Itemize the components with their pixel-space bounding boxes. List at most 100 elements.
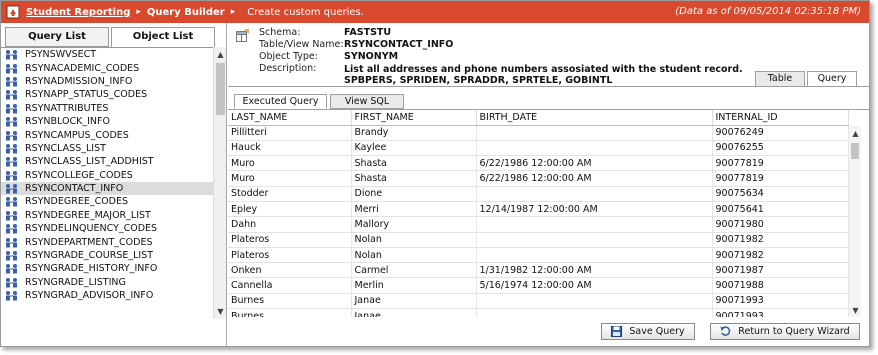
table-row[interactable]: Burnes Janae 90071993 (228, 293, 849, 310)
scrollbar-thumb[interactable] (851, 143, 859, 159)
table-cell: 6/22/1986 12:00:00 AM (476, 155, 713, 172)
home-icon[interactable] (6, 5, 20, 19)
table-cell: Muro (228, 155, 352, 172)
object-list-scrollbar[interactable]: ▲ ▼ (213, 47, 226, 319)
tab-object-list[interactable]: Object List (111, 27, 215, 48)
column-header[interactable]: BIRTH_DATE (476, 110, 713, 126)
page-description: Create custom queries. (247, 6, 364, 18)
object-list-item[interactable]: RSYNGRADE_COURSE_LIST (1, 249, 226, 262)
table-cell: Plateros (228, 247, 352, 264)
return-to-wizard-button[interactable]: Return to Query Wizard (710, 323, 860, 340)
query-tab-strip: Executed Query View SQL (234, 94, 407, 109)
object-list-item[interactable]: RSYNGRADE_LISTING (1, 276, 226, 289)
table-row[interactable]: Dahn Mallory 90071980 (228, 216, 849, 233)
description-label: Description: (259, 63, 317, 74)
table-row[interactable]: Hauck Kaylee 90076255 (228, 140, 849, 157)
synonym-icon (5, 49, 19, 60)
breadcrumb-student-reporting[interactable]: Student Reporting (26, 7, 130, 18)
object-list-item[interactable]: RSYNGRAD_ADVISOR_INFO (1, 289, 226, 302)
object-list-item[interactable]: RSYNGRADE_HISTORY_INFO (1, 262, 226, 275)
synonym-icon (5, 130, 19, 141)
results-scrollbar[interactable]: ▲ ▼ (849, 126, 861, 317)
scroll-down-icon[interactable]: ▼ (850, 305, 861, 316)
floppy-disk-icon (611, 326, 623, 337)
object-list-item[interactable]: RSYNATTRIBUTES (1, 102, 226, 115)
table-cell: 90076255 (712, 140, 849, 157)
object-list-item[interactable]: RSYNCONTACT_INFO (1, 181, 226, 196)
table-row[interactable]: Epley Merri 12/14/1987 12:00:00 AM 90075641 (228, 201, 849, 218)
synonym-icon (5, 103, 19, 114)
scroll-down-icon[interactable]: ▼ (215, 306, 226, 317)
table-cell: 90077819 (712, 170, 849, 187)
schema-value: FASTSTU (344, 27, 392, 38)
object-list-item[interactable]: PSYNSWVSECT (1, 48, 226, 61)
table-cell: 90075641 (712, 201, 849, 218)
synonym-icon (5, 170, 19, 181)
table-cell: Shasta (351, 170, 477, 187)
tab-executed-query[interactable]: Executed Query (234, 94, 327, 109)
table-cell (476, 186, 713, 202)
object-list-item-label: RSYNDEPARTMENT_CODES (25, 236, 153, 248)
object-list-item-label: RSYNGRADE_HISTORY_INFO (25, 263, 158, 275)
object-list-item[interactable]: RSYNDEPARTMENT_CODES (1, 235, 226, 248)
synonym-icon (5, 223, 19, 234)
column-header[interactable]: INTERNAL_ID (712, 110, 849, 126)
object-list-item-label: RSYNDELINQUENCY_CODES (25, 223, 158, 235)
object-list-item[interactable]: RSYNAPP_STATUS_CODES (1, 88, 226, 101)
tab-query[interactable]: Query (807, 71, 857, 87)
table-cell: Merlin (351, 277, 477, 294)
table-row[interactable]: Muro Shasta 6/22/1986 12:00:00 AM 90077819 (228, 155, 849, 172)
table-row[interactable]: Plateros Nolan 90071982 (228, 232, 849, 248)
scrollbar-thumb[interactable] (216, 63, 225, 115)
table-cell: Carmel (351, 262, 477, 279)
object-list-item-label: RSYNDEGREE_CODES (25, 196, 129, 208)
table-header-row: LAST_NAME FIRST_NAME BIRTH_DATE INTERNAL… (228, 110, 849, 126)
table-cell: Hauck (228, 140, 352, 157)
table-cell: 90071982 (712, 232, 849, 248)
object-list-item[interactable]: RSYNBLOCK_INFO (1, 115, 226, 128)
table-row[interactable]: Plateros Nolan 90071982 (228, 247, 849, 264)
table-name-value: RSYNCONTACT_INFO (344, 39, 454, 50)
object-list-item[interactable]: RSYNDEGREE_MAJOR_LIST (1, 209, 226, 222)
table-cell: 90071993 (712, 308, 849, 317)
results-table: LAST_NAME FIRST_NAME BIRTH_DATE INTERNAL… (228, 110, 849, 317)
table-row[interactable]: Cannella Merlin 5/16/1974 12:00:00 AM 90071… (228, 277, 849, 294)
synonym-icon (5, 116, 19, 127)
save-query-button[interactable]: Save Query (601, 323, 695, 340)
object-list-item[interactable]: RSYNCLASS_LIST (1, 142, 226, 155)
scroll-up-icon[interactable]: ▲ (215, 49, 226, 60)
synonym-icon (5, 290, 19, 301)
table-cell: Nolan (351, 232, 477, 248)
object-list-item[interactable]: RSYNDELINQUENCY_CODES (1, 222, 226, 235)
scroll-up-icon[interactable]: ▲ (850, 128, 861, 139)
object-type-label: Object Type: (259, 51, 318, 62)
table-cell: 12/14/1987 12:00:00 AM (476, 201, 713, 218)
table-row[interactable]: Muro Shasta 6/22/1986 12:00:00 AM 90077819 (228, 170, 849, 187)
column-header[interactable]: FIRST_NAME (351, 110, 477, 126)
object-list-item[interactable]: RSYNCOLLEGE_CODES (1, 169, 226, 182)
left-tab-strip: Query List Object List (5, 27, 217, 48)
object-type-value: SYNONYM (344, 51, 399, 62)
object-list-item-label: RSYNAPP_STATUS_CODES (25, 89, 148, 101)
column-header[interactable]: LAST_NAME (228, 110, 352, 126)
table-row[interactable]: Burnes Janae 90071993 (228, 308, 849, 317)
synonym-icon (5, 263, 19, 274)
object-list-item[interactable]: RSYNACADEMIC_CODES (1, 61, 226, 74)
object-list-item[interactable]: RSYNDEGREE_CODES (1, 195, 226, 208)
table-row[interactable]: Pillitteri Brandy 90076249 (228, 125, 849, 141)
table-cell: Onken (228, 262, 352, 279)
schema-icon (236, 29, 249, 42)
table-cell: 90077819 (712, 155, 849, 172)
object-list-item[interactable]: RSYNCAMPUS_CODES (1, 128, 226, 141)
tab-view-sql[interactable]: View SQL (330, 94, 404, 109)
table-row[interactable]: Onken Carmel 1/31/1982 12:00:00 AM 90071987 (228, 262, 849, 279)
schema-row: Schema: FASTSTU (259, 27, 391, 38)
schema-label: Schema: (259, 27, 301, 38)
object-list-item[interactable]: RSYNADMISSION_INFO (1, 75, 226, 88)
query-builder-window: Student Reporting ▸ Query Builder ▸ Crea… (0, 0, 870, 347)
synonym-icon (5, 63, 19, 74)
object-list-item[interactable]: RSYNCLASS_LIST_ADDHIST (1, 155, 226, 168)
tab-query-list[interactable]: Query List (5, 27, 109, 47)
table-row[interactable]: Stodder Dione 90075634 (228, 186, 849, 202)
tab-table[interactable]: Table (755, 71, 805, 87)
